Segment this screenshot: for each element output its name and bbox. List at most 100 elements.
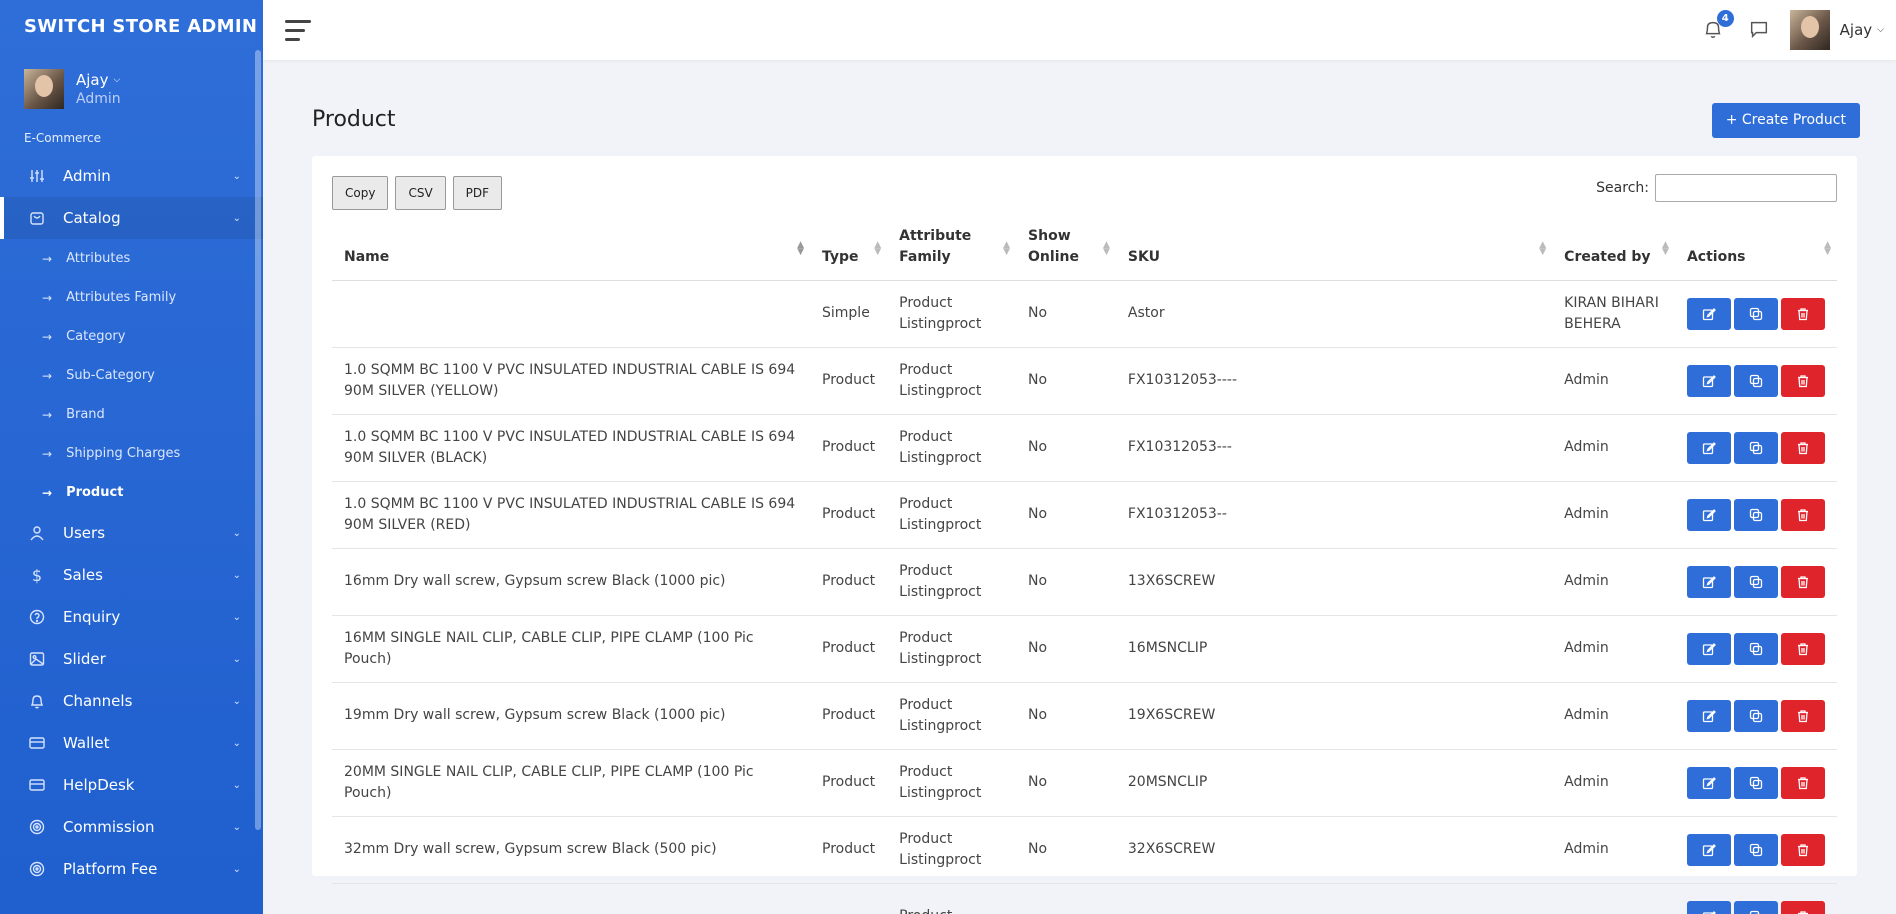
- cell-actions: [1674, 414, 1837, 482]
- column-header-created-by[interactable]: Created by ▲ ▼: [1552, 216, 1675, 281]
- notification-bell-icon[interactable]: 4: [1702, 10, 1734, 42]
- sidebar-subitem-category[interactable]: → Category: [0, 317, 263, 356]
- edit-button[interactable]: [1686, 632, 1731, 665]
- edit-button[interactable]: [1686, 431, 1731, 464]
- cell-sku: FX10312053----: [1115, 347, 1553, 415]
- sidebar-item-label: Enquiry: [63, 608, 121, 626]
- duplicate-button[interactable]: [1733, 900, 1778, 914]
- table-row: 1.0 SQMM BC 1100 V PVC INSULATED INDUSTR…: [332, 414, 1837, 482]
- edit-button[interactable]: [1686, 565, 1731, 598]
- main-content: Product + Create Product Copy CSV PDF Se…: [312, 60, 1860, 914]
- duplicate-button[interactable]: [1733, 699, 1778, 732]
- cell-attribute-family: Product Listingproct: [887, 414, 1017, 482]
- chevron-down-icon: ⌄: [232, 779, 241, 791]
- delete-button[interactable]: [1780, 431, 1825, 464]
- trash-icon: [1796, 843, 1810, 857]
- search-input[interactable]: [1655, 174, 1837, 202]
- edit-button[interactable]: [1686, 297, 1731, 330]
- chevron-down-icon: ⌄: [232, 527, 241, 539]
- help-circle-icon: [29, 609, 45, 625]
- duplicate-button[interactable]: [1733, 297, 1778, 330]
- copy-icon: [1749, 307, 1763, 321]
- column-header-show-online[interactable]: Show Online ▲ ▼: [1016, 216, 1116, 281]
- sidebar-subitem-attributes[interactable]: → Attributes: [0, 239, 263, 278]
- sort-icon: ▲ ▼: [1539, 240, 1547, 257]
- cell-created-by: Admin: [1552, 816, 1675, 884]
- cell-sku: [1115, 883, 1553, 914]
- cell-type: Product: [810, 548, 888, 616]
- delete-button[interactable]: [1780, 364, 1825, 397]
- cell-sku: Astor: [1115, 280, 1553, 348]
- avatar[interactable]: [1789, 10, 1830, 50]
- edit-button[interactable]: [1686, 766, 1731, 799]
- delete-button[interactable]: [1780, 565, 1825, 598]
- brand-title[interactable]: SWITCH STORE ADMIN: [0, 0, 263, 53]
- duplicate-button[interactable]: [1733, 364, 1778, 397]
- chat-icon[interactable]: [1748, 18, 1772, 42]
- sidebar-item-platform-fee[interactable]: Platform Fee ⌄: [0, 848, 263, 890]
- cell-actions: [1674, 481, 1837, 549]
- sidebar-item-users[interactable]: Users ⌄: [0, 512, 263, 554]
- duplicate-button[interactable]: [1733, 833, 1778, 866]
- cell-created-by: Admin: [1552, 481, 1675, 549]
- delete-button[interactable]: [1780, 632, 1825, 665]
- edit-button[interactable]: [1686, 833, 1731, 866]
- delete-button[interactable]: [1780, 297, 1825, 330]
- sidebar-subitem-shipping-charges[interactable]: → Shipping Charges: [0, 434, 263, 473]
- sidebar-item-commission[interactable]: Commission ⌄: [0, 806, 263, 848]
- edit-button[interactable]: [1686, 364, 1731, 397]
- duplicate-button[interactable]: [1733, 498, 1778, 531]
- target-icon: [29, 861, 45, 877]
- cell-show-online: No: [1016, 749, 1116, 817]
- user-menu[interactable]: Ajay ⌵: [1840, 21, 1884, 39]
- sidebar-item-enquiry[interactable]: Enquiry ⌄: [0, 596, 263, 638]
- delete-button[interactable]: [1780, 900, 1825, 914]
- column-header-sku[interactable]: SKU ▲ ▼: [1115, 216, 1553, 281]
- sidebar-item-label: Sales: [63, 566, 103, 584]
- trash-icon: [1796, 374, 1810, 388]
- sidebar-subitem-sub-category[interactable]: → Sub-Category: [0, 356, 263, 395]
- create-product-button[interactable]: + Create Product: [1711, 102, 1860, 138]
- edit-button[interactable]: [1686, 900, 1731, 914]
- cell-created-by: Admin: [1552, 414, 1675, 482]
- edit-button[interactable]: [1686, 498, 1731, 531]
- delete-button[interactable]: [1780, 699, 1825, 732]
- sidebar-item-slider[interactable]: Slider ⌄: [0, 638, 263, 680]
- section-title: E-Commerce: [24, 131, 102, 145]
- sidebar-item-admin[interactable]: Admin ⌄: [0, 155, 263, 197]
- sidebar-subitem-attributes-family[interactable]: → Attributes Family: [0, 278, 263, 317]
- cell-show-online: No: [1016, 481, 1116, 549]
- duplicate-button[interactable]: [1733, 632, 1778, 665]
- duplicate-button[interactable]: [1733, 431, 1778, 464]
- duplicate-button[interactable]: [1733, 766, 1778, 799]
- profile-name: Ajay: [76, 71, 109, 89]
- sidebar-subitem-label: Product: [66, 485, 124, 500]
- cell-name: 16MM SINGLE NAIL CLIP, CABLE CLIP, PIPE …: [332, 615, 810, 683]
- column-header-type[interactable]: Type ▲ ▼: [810, 216, 888, 281]
- csv-button[interactable]: CSV: [395, 176, 446, 210]
- sidebar-item-helpdesk[interactable]: HelpDesk ⌄: [0, 764, 263, 806]
- cell-created-by: Admin: [1552, 347, 1675, 415]
- sidebar-item-catalog[interactable]: Catalog ⌄: [0, 197, 263, 239]
- duplicate-button[interactable]: [1733, 565, 1778, 598]
- column-header-actions[interactable]: Actions ▲ ▼: [1674, 216, 1837, 281]
- column-header-name[interactable]: Name ▲ ▼: [332, 216, 810, 281]
- sidebar-profile[interactable]: Ajay ⌵ Admin: [0, 53, 263, 127]
- sidebar-subitem-brand[interactable]: → Brand: [0, 395, 263, 434]
- sidebar-subitem-label: Attributes: [66, 251, 131, 266]
- sidebar-subitem-product[interactable]: → Product: [0, 473, 263, 512]
- delete-button[interactable]: [1780, 498, 1825, 531]
- menu-toggle-icon[interactable]: [285, 19, 311, 41]
- table-row: 16mm Dry wall screw, Gypsum screw Black …: [332, 548, 1837, 616]
- delete-button[interactable]: [1780, 766, 1825, 799]
- cell-actions: [1674, 615, 1837, 683]
- delete-button[interactable]: [1780, 833, 1825, 866]
- edit-button[interactable]: [1686, 699, 1731, 732]
- copy-button[interactable]: Copy: [332, 176, 389, 210]
- pdf-button[interactable]: PDF: [452, 176, 503, 210]
- column-header-attribute-family[interactable]: Attribute Family ▲ ▼: [887, 216, 1017, 281]
- sidebar-item-wallet[interactable]: Wallet ⌄: [0, 722, 263, 764]
- sidebar-item-channels[interactable]: Channels ⌄: [0, 680, 263, 722]
- sidebar-item-sales[interactable]: $ Sales ⌄: [0, 554, 263, 596]
- sidebar-scrollbar[interactable]: [255, 50, 261, 830]
